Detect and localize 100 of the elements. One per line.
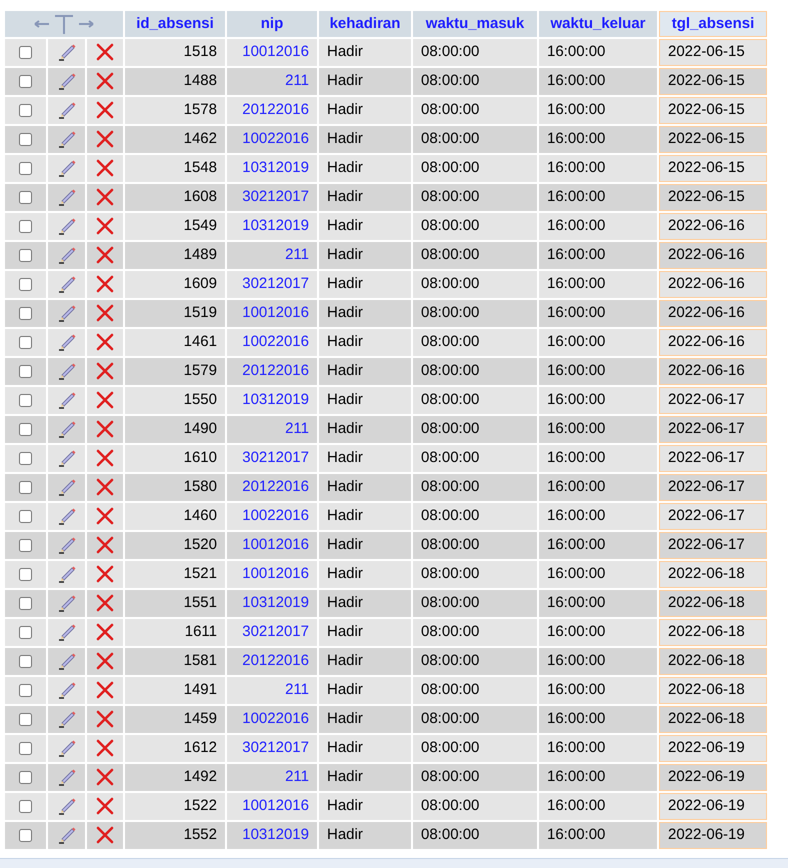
- row-checkbox[interactable]: [18, 336, 32, 349]
- row-checkbox[interactable]: [18, 684, 32, 697]
- row-checkbox[interactable]: [18, 364, 32, 378]
- delete-icon[interactable]: [96, 594, 114, 612]
- row-checkbox[interactable]: [18, 538, 32, 552]
- row-checkbox[interactable]: [18, 190, 32, 204]
- pencil-icon[interactable]: [56, 448, 77, 468]
- pencil-icon[interactable]: [56, 738, 77, 758]
- table-cell: 1462: [184, 130, 217, 148]
- delete-icon[interactable]: [96, 739, 114, 758]
- nip-link[interactable]: 211: [285, 246, 309, 264]
- pencil-icon[interactable]: [56, 825, 77, 846]
- delete-icon[interactable]: [96, 536, 114, 554]
- row-checkbox[interactable]: [18, 278, 32, 291]
- delete-icon[interactable]: [96, 623, 114, 642]
- delete-icon[interactable]: [96, 797, 114, 816]
- pencil-icon[interactable]: [56, 564, 77, 584]
- row-checkbox[interactable]: [18, 422, 32, 436]
- delete-icon[interactable]: [96, 420, 114, 438]
- delete-icon[interactable]: [96, 72, 114, 90]
- pencil-icon[interactable]: [56, 535, 77, 556]
- pencil-icon[interactable]: [56, 390, 77, 410]
- column-toggle-header[interactable]: [5, 11, 123, 37]
- delete-icon[interactable]: [96, 391, 114, 410]
- delete-icon[interactable]: [96, 362, 114, 380]
- pencil-icon[interactable]: [56, 187, 77, 208]
- delete-icon[interactable]: [96, 449, 114, 468]
- column-header[interactable]: waktu_keluar: [539, 11, 657, 37]
- row-checkbox[interactable]: [18, 596, 32, 610]
- delete-icon[interactable]: [96, 826, 114, 844]
- pencil-icon[interactable]: [56, 274, 77, 294]
- pencil-icon[interactable]: [56, 71, 77, 92]
- pencil-icon[interactable]: [56, 303, 77, 324]
- pencil-icon[interactable]: [56, 506, 77, 526]
- pencil-icon[interactable]: [56, 796, 77, 816]
- row-checkbox[interactable]: [18, 220, 32, 233]
- pencil-icon[interactable]: [56, 216, 77, 236]
- row-checkbox[interactable]: [18, 248, 32, 262]
- pencil-icon[interactable]: [56, 419, 77, 440]
- row-checkbox[interactable]: [18, 480, 32, 494]
- row-checkbox[interactable]: [18, 46, 32, 59]
- row-checkbox[interactable]: [18, 394, 32, 407]
- delete-icon[interactable]: [96, 43, 114, 62]
- column-header[interactable]: tgl_absensi: [659, 11, 767, 37]
- delete-icon[interactable]: [96, 188, 114, 206]
- pencil-icon[interactable]: [56, 158, 77, 178]
- pencil-icon[interactable]: [56, 245, 77, 266]
- delete-icon[interactable]: [96, 275, 114, 294]
- column-header[interactable]: kehadiran: [319, 11, 411, 37]
- pencil-icon[interactable]: [56, 651, 77, 672]
- delete-icon[interactable]: [96, 217, 114, 236]
- pencil-icon[interactable]: [56, 129, 77, 150]
- row-checkbox[interactable]: [18, 800, 32, 813]
- delete-icon[interactable]: [96, 565, 114, 584]
- row-checkbox[interactable]: [18, 712, 32, 726]
- delete-icon[interactable]: [96, 101, 114, 120]
- pencil-icon[interactable]: [56, 622, 77, 642]
- pencil-icon[interactable]: [56, 593, 77, 614]
- nip-link[interactable]: 211: [285, 681, 309, 698]
- column-header[interactable]: id_absensi: [125, 11, 225, 37]
- row-checkbox[interactable]: [18, 568, 32, 581]
- delete-icon[interactable]: [96, 333, 114, 352]
- row-checkbox[interactable]: [18, 132, 32, 146]
- table-cell: 16:00:00: [547, 420, 606, 438]
- row-checkbox[interactable]: [18, 452, 32, 465]
- row-checkbox[interactable]: [18, 654, 32, 668]
- column-header[interactable]: nip: [227, 11, 317, 37]
- row-checkbox[interactable]: [18, 626, 32, 639]
- row-checkbox[interactable]: [18, 306, 32, 320]
- pencil-icon[interactable]: [56, 100, 77, 120]
- table-cell: 16:00:00: [547, 43, 606, 60]
- delete-icon[interactable]: [96, 159, 114, 178]
- delete-icon[interactable]: [96, 768, 114, 786]
- pencil-icon[interactable]: [56, 332, 77, 352]
- row-checkbox[interactable]: [18, 162, 32, 175]
- pencil-icon[interactable]: [56, 767, 77, 788]
- pencil-icon[interactable]: [56, 709, 77, 730]
- row-checkbox[interactable]: [18, 510, 32, 523]
- pencil-icon[interactable]: [56, 680, 77, 700]
- pencil-icon[interactable]: [56, 42, 77, 62]
- column-header[interactable]: waktu_masuk: [413, 11, 537, 37]
- table-cell: Hadir: [327, 536, 363, 554]
- pencil-icon[interactable]: [56, 361, 77, 382]
- row-checkbox[interactable]: [18, 74, 32, 88]
- nip-link[interactable]: 211: [285, 420, 309, 438]
- delete-icon[interactable]: [96, 507, 114, 526]
- row-checkbox[interactable]: [18, 104, 32, 117]
- row-checkbox[interactable]: [18, 828, 32, 842]
- delete-icon[interactable]: [96, 130, 114, 148]
- pencil-icon[interactable]: [56, 477, 77, 498]
- delete-icon[interactable]: [96, 710, 114, 728]
- delete-icon[interactable]: [96, 246, 114, 264]
- nip-link[interactable]: 211: [285, 768, 309, 786]
- nip-link[interactable]: 211: [285, 72, 309, 90]
- delete-icon[interactable]: [96, 652, 114, 670]
- delete-icon[interactable]: [96, 681, 114, 700]
- delete-icon[interactable]: [96, 304, 114, 322]
- row-checkbox[interactable]: [18, 770, 32, 784]
- delete-icon[interactable]: [96, 478, 114, 496]
- row-checkbox[interactable]: [18, 742, 32, 755]
